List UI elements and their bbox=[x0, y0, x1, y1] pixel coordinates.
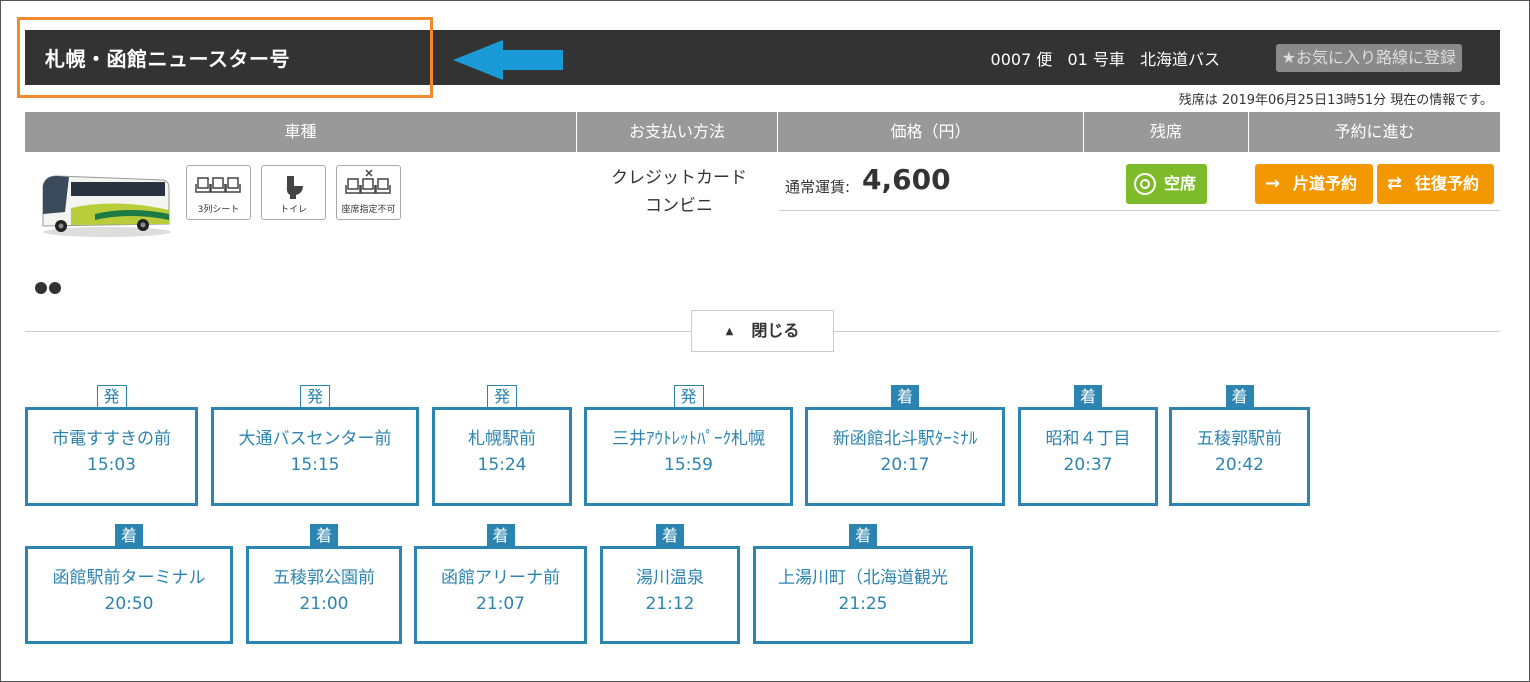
stop-time: 15:15 bbox=[290, 455, 340, 475]
double-circle-icon bbox=[1134, 173, 1156, 195]
annotation-highlight-box bbox=[17, 17, 433, 98]
oneway-reserve-button[interactable]: → 片道予約 bbox=[1255, 164, 1373, 204]
operator-name: 北海道バス bbox=[1139, 50, 1220, 69]
bus-info: 0007 便 01 号車 北海道バス bbox=[981, 46, 1220, 70]
stop-name: 市電すすきの前 bbox=[52, 429, 171, 449]
stop-time: 20:17 bbox=[880, 455, 930, 475]
feature-label: 座席指定不可 bbox=[341, 205, 396, 215]
stop-card[interactable]: 発 大通バスセンター前 15:15 bbox=[211, 385, 419, 506]
stop-name: 札幌駅前 bbox=[468, 429, 536, 449]
col-vehicle-type: 車種 bbox=[25, 112, 577, 152]
arrival-tag: 着 bbox=[114, 524, 144, 547]
roundtrip-reserve-button[interactable]: ⇄ 往復予約 bbox=[1377, 164, 1494, 204]
feature-label: 3列シート bbox=[197, 205, 240, 215]
stop-time: 15:03 bbox=[87, 455, 136, 475]
no-seat-selection-icon bbox=[344, 169, 391, 194]
stop-card[interactable]: 着 昭和４丁目 20:37 bbox=[1018, 385, 1158, 506]
stop-time: 15:24 bbox=[477, 455, 527, 475]
arrival-tag: 着 bbox=[848, 524, 878, 547]
stop-name: 函館アリーナ前 bbox=[441, 568, 560, 588]
col-proceed-reservation: 予約に進む bbox=[1334, 122, 1415, 141]
departure-tag: 発 bbox=[673, 385, 704, 408]
annotation-arrow-icon bbox=[453, 40, 563, 80]
stop-name: 昭和４丁目 bbox=[1045, 429, 1131, 449]
stop-time: 20:42 bbox=[1215, 455, 1264, 475]
arrival-tag: 着 bbox=[486, 524, 515, 547]
stop-name: 上湯川町（北海道観光 bbox=[778, 568, 948, 588]
carousel-dot[interactable] bbox=[35, 282, 47, 294]
stop-time: 15:59 bbox=[664, 455, 713, 475]
stop-name: 函館駅前ターミナル bbox=[52, 568, 206, 588]
stop-time: 21:00 bbox=[299, 594, 349, 614]
stop-name: 五稜郭公園前 bbox=[273, 568, 375, 588]
payment-methods: クレジットカード コンビニ bbox=[579, 164, 779, 220]
arrival-tag: 着 bbox=[1073, 385, 1103, 408]
stop-time: 20:37 bbox=[1063, 455, 1113, 475]
availability-updated-note: 残席は 2019年06月25日13時51分 現在の情報です。 bbox=[1178, 93, 1493, 108]
stop-time: 20:50 bbox=[104, 594, 154, 614]
departure-tag: 発 bbox=[299, 385, 331, 408]
stop-time: 21:07 bbox=[476, 594, 525, 614]
stop-card[interactable]: 着 五稜郭駅前 20:42 bbox=[1169, 385, 1310, 506]
arrival-tag: 着 bbox=[655, 524, 685, 547]
stop-card[interactable]: 着 函館アリーナ前 21:07 bbox=[414, 524, 587, 644]
roundtrip-reserve-label: 往復予約 bbox=[1415, 174, 1480, 193]
page-frame: 札幌・函館ニュースター号 0007 便 01 号車 北海道バス ★お気に入り路線… bbox=[0, 0, 1530, 682]
three-row-seat-icon bbox=[194, 177, 241, 193]
stop-name: 三井ｱｳﾄﾚｯﾄﾊﾟｰｸ札幌 bbox=[612, 429, 765, 449]
departure-tag: 発 bbox=[96, 385, 127, 408]
close-details-button[interactable]: ▲ 閉じる bbox=[691, 310, 834, 352]
feature-label: トイレ bbox=[279, 205, 307, 215]
stop-name: 大通バスセンター前 bbox=[238, 429, 392, 449]
close-label: 閉じる bbox=[751, 321, 800, 340]
stop-name: 五稜郭駅前 bbox=[1197, 429, 1282, 449]
stop-card[interactable]: 着 五稜郭公園前 21:00 bbox=[246, 524, 402, 644]
bus-image bbox=[42, 175, 171, 237]
stop-card[interactable]: 着 新函館北斗駅ﾀｰﾐﾅﾙ 20:17 bbox=[805, 385, 1005, 506]
add-favorite-button[interactable]: ★お気に入り路線に登録 bbox=[1275, 44, 1462, 72]
stop-card[interactable]: 着 函館駅前ターミナル 20:50 bbox=[25, 524, 233, 644]
feature-no-seat-selection: 座席指定不可 bbox=[336, 165, 401, 220]
col-price: 価格（円） bbox=[778, 112, 1084, 152]
flight-number: 0007 便 bbox=[990, 50, 1053, 69]
stop-card[interactable]: 発 三井ｱｳﾄﾚｯﾄﾊﾟｰｸ札幌 15:59 bbox=[584, 385, 793, 506]
oneway-reserve-label: 片道予約 bbox=[1293, 174, 1358, 193]
stop-time: 21:12 bbox=[645, 594, 695, 614]
toilet-icon bbox=[286, 176, 303, 199]
stop-name: 湯川温泉 bbox=[636, 568, 704, 588]
fare-value: 4,600 bbox=[862, 163, 951, 196]
feature-toilet: トイレ bbox=[261, 165, 326, 220]
availability-label: 空席 bbox=[1164, 174, 1197, 193]
table-header: 車種 お支払い方法 価格（円） 残席 予約に進む bbox=[25, 112, 1500, 152]
price-cell: 通常運賃: 4,600 bbox=[779, 152, 1082, 211]
payment-method-item: コンビニ bbox=[645, 196, 713, 216]
stop-card[interactable]: 着 湯川温泉 21:12 bbox=[600, 524, 740, 644]
carousel-dot[interactable] bbox=[49, 282, 61, 294]
swap-arrows-icon: ⇄ bbox=[1387, 173, 1403, 194]
fare-label: 通常運賃: bbox=[785, 178, 851, 196]
carousel-dots[interactable] bbox=[35, 279, 63, 298]
car-number: 01 号車 bbox=[1067, 50, 1125, 69]
col-payment-method: お支払い方法 bbox=[577, 112, 778, 152]
arrival-tag: 着 bbox=[890, 385, 920, 408]
arrow-right-icon: → bbox=[1265, 173, 1281, 194]
col-remaining-seats: 残席 bbox=[1084, 112, 1249, 152]
stop-card[interactable]: 着 上湯川町（北海道観光 21:25 bbox=[753, 524, 973, 644]
departure-tag: 発 bbox=[486, 385, 518, 408]
stop-name: 新函館北斗駅ﾀｰﾐﾅﾙ bbox=[832, 429, 978, 449]
stop-time: 21:25 bbox=[838, 594, 888, 614]
arrival-tag: 着 bbox=[1225, 385, 1254, 408]
stop-card[interactable]: 発 市電すすきの前 15:03 bbox=[25, 385, 198, 506]
arrival-tag: 着 bbox=[309, 524, 339, 547]
feature-three-row-seat: 3列シート bbox=[186, 165, 251, 220]
payment-method-item: クレジットカード bbox=[611, 168, 747, 188]
row-divider bbox=[1082, 210, 1500, 211]
triangle-up-icon: ▲ bbox=[725, 326, 734, 337]
seat-availability-badge: 空席 bbox=[1126, 164, 1207, 204]
stop-card[interactable]: 発 札幌駅前 15:24 bbox=[432, 385, 572, 506]
